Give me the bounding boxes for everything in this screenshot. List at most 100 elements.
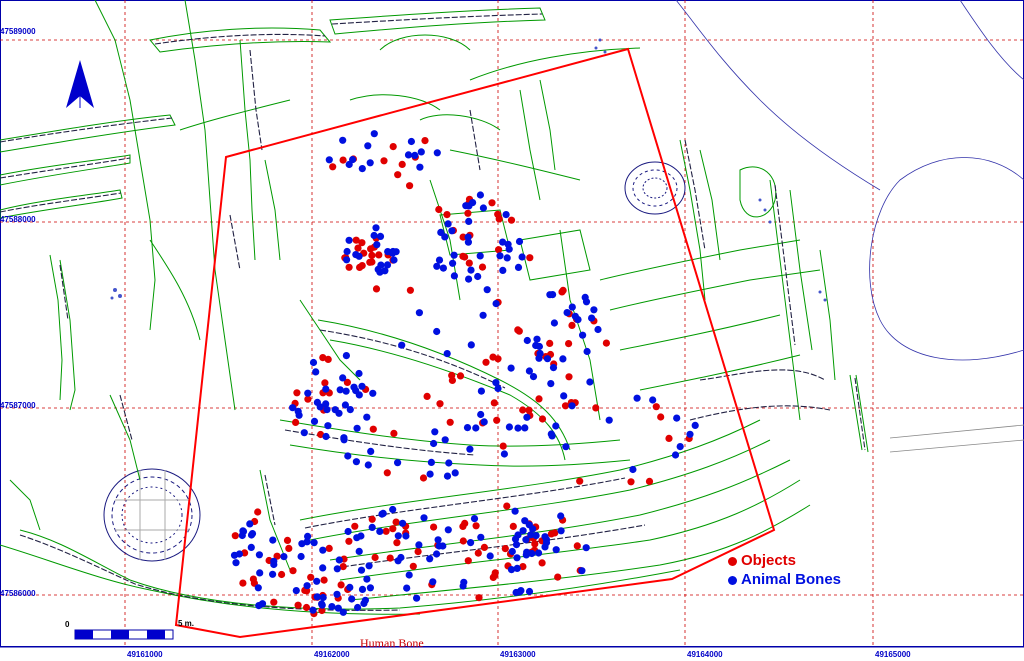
object-find-point <box>464 209 472 217</box>
object-find-point <box>406 286 414 294</box>
animal-bone-point <box>441 436 449 444</box>
animal-bone-point <box>335 556 343 564</box>
animal-bone-point <box>415 541 423 549</box>
animal-bone-point <box>450 272 458 280</box>
animal-bone-point <box>439 264 447 272</box>
animal-bone-point <box>521 424 529 432</box>
object-find-point <box>465 259 473 267</box>
animal-bone-point <box>500 450 508 458</box>
animal-bone-point <box>376 268 384 276</box>
object-find-point <box>491 569 499 577</box>
animal-bone-point <box>523 413 531 421</box>
animal-bone-point <box>691 421 699 429</box>
object-find-point <box>456 372 465 380</box>
animal-bone-point <box>552 422 560 430</box>
animal-bone-point <box>480 418 488 426</box>
animal-bone-point <box>232 559 240 567</box>
animal-bone-point <box>552 546 560 554</box>
animal-bone-point <box>310 539 318 547</box>
scale-end-label: 5 m. <box>178 619 195 628</box>
animal-bone-point <box>514 263 523 271</box>
object-find-point <box>565 340 573 348</box>
animal-bone-point <box>433 262 441 270</box>
object-find-point <box>558 288 566 296</box>
animal-bone-point <box>523 336 531 345</box>
object-find-point <box>356 263 364 271</box>
animal-bone-point <box>333 565 341 573</box>
animal-bone-point <box>394 557 402 565</box>
object-find-point <box>474 549 482 557</box>
animal-bone-point <box>431 428 439 436</box>
animal-bone-point <box>333 590 341 598</box>
object-find-point <box>285 544 293 553</box>
object-find-point <box>507 216 516 224</box>
animal-bone-point <box>536 349 544 358</box>
animal-bone-point <box>426 555 434 563</box>
animal-bone-point <box>525 521 533 529</box>
object-find-point <box>448 376 456 384</box>
animal-bone-point <box>518 253 526 261</box>
animal-bone-point <box>353 424 361 432</box>
animal-bone-point <box>344 452 352 460</box>
object-find-point <box>446 418 454 426</box>
animal-bone-point <box>463 424 472 432</box>
object-find-point <box>368 515 376 523</box>
object-find-point <box>329 163 337 171</box>
object-find-point <box>430 523 438 531</box>
animal-bone-point <box>370 130 378 138</box>
animal-bone-point <box>477 387 485 395</box>
object-find-point <box>576 477 584 485</box>
object-find-point <box>494 210 502 218</box>
animal-bone-point <box>546 291 554 299</box>
object-find-point <box>393 539 401 547</box>
animal-bone-point <box>543 355 552 363</box>
animal-bone-point <box>247 543 255 552</box>
animal-bone-point <box>426 470 434 478</box>
object-find-point <box>231 532 239 540</box>
object-find-point <box>289 567 297 575</box>
animal-bone-point <box>450 251 458 259</box>
animal-bone-point <box>258 600 267 608</box>
animal-bone-point <box>343 247 351 256</box>
animal-bone-point <box>671 451 680 459</box>
x-coordinate-label: 49162000 <box>314 650 350 659</box>
animal-bone-point <box>470 515 479 523</box>
animal-bone-point <box>325 156 333 164</box>
animal-bone-point <box>318 600 326 608</box>
object-find-point <box>509 522 517 531</box>
object-find-point <box>546 339 554 347</box>
animal-bone-point <box>590 306 598 314</box>
animal-bone-point <box>588 314 596 322</box>
object-find-point <box>499 442 507 450</box>
object-find-point <box>414 548 422 556</box>
animal-bone-point <box>562 443 570 451</box>
animal-bone-point <box>443 350 451 358</box>
animal-bone-point <box>255 551 263 559</box>
object-find-point <box>339 156 347 164</box>
archaeological-features <box>0 0 869 615</box>
animal-bone-point <box>578 567 586 575</box>
object-find-point <box>386 554 394 562</box>
object-find-point <box>375 251 383 259</box>
scale-start-label: 0 <box>65 620 70 629</box>
object-find-point <box>488 199 496 207</box>
object-find-point <box>554 573 562 581</box>
animal-bone-point <box>515 237 524 246</box>
animal-bone-point <box>270 557 278 565</box>
object-find-point <box>383 469 391 477</box>
object-find-point <box>501 545 509 553</box>
animal-bone-point <box>499 238 507 246</box>
animal-bone-point <box>469 199 477 207</box>
animal-bone-point <box>269 570 277 578</box>
object-find-point <box>293 389 301 397</box>
object-find-point <box>380 157 388 165</box>
animal-bone-point <box>519 527 527 535</box>
animal-bone-point <box>444 220 452 228</box>
animal-bone-point <box>582 544 590 552</box>
animal-bone-point <box>343 256 351 264</box>
animal-bone-point <box>505 423 513 431</box>
animal-bone-point <box>348 595 356 603</box>
animal-bone-point <box>376 232 385 240</box>
animal-bone-point <box>304 389 312 397</box>
animal-bone-point <box>339 136 347 144</box>
